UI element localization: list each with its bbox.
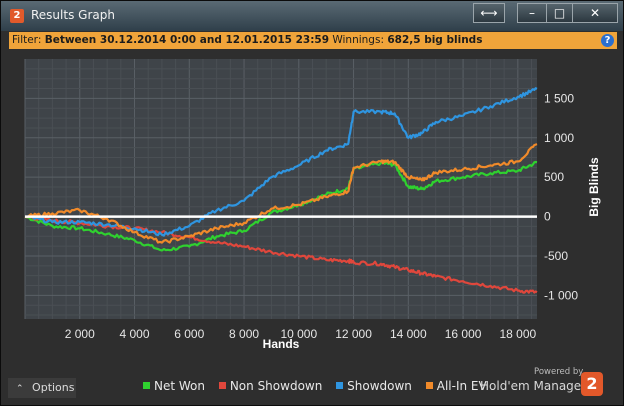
- minimize-icon: –: [529, 6, 535, 20]
- legend-item[interactable]: All-In EV: [425, 379, 487, 393]
- legend-item[interactable]: Net Won: [143, 379, 205, 393]
- filter-label: Filter:: [12, 34, 42, 46]
- chevron-up-icon: ⌃: [16, 384, 24, 394]
- x-tick-labels: 2 000 4 000 6 000 8 000 10 000 12 000 14 000 16…: [65, 327, 537, 341]
- title-bar[interactable]: 2 Results Graph ⟷ – □ ✕: [1, 1, 623, 31]
- y-axis-label: Big Blinds: [587, 157, 601, 217]
- y-tick-label: 1 500: [544, 91, 574, 105]
- y-tick-label: 0: [544, 210, 551, 224]
- legend-swatch: [218, 382, 226, 389]
- legend-item[interactable]: Non Showdown: [218, 379, 323, 393]
- y-tick-label: -1 000: [544, 288, 578, 302]
- x-tick-label: 2 000: [65, 327, 95, 341]
- y-tick-label: 500: [544, 170, 564, 184]
- app-logo-icon: 2: [10, 9, 24, 23]
- legend-item[interactable]: Showdown: [336, 379, 412, 393]
- maximize-icon: □: [553, 6, 566, 20]
- x-tick-label: 12 000: [335, 327, 372, 341]
- options-label: Options: [32, 381, 75, 394]
- close-button[interactable]: ✕: [572, 3, 618, 23]
- legend-label: Non Showdown: [229, 379, 323, 393]
- x-tick-label: 14 000: [390, 327, 427, 341]
- results-graph-window: 2 Results Graph ⟷ – □ ✕ Filter: Between …: [0, 0, 624, 406]
- x-tick-label: 18 000: [499, 327, 536, 341]
- legend-label: Showdown: [347, 379, 412, 393]
- legend-label: Net Won: [154, 379, 205, 393]
- brand-logo-icon: 2: [581, 372, 603, 396]
- minimize-button[interactable]: –: [517, 3, 547, 23]
- powered-by-label: Powered by: [534, 367, 584, 377]
- legend-swatch: [425, 382, 433, 389]
- brand-name: Hold'em Manager: [480, 379, 587, 393]
- swap-icon-button[interactable]: ⟷: [473, 3, 505, 23]
- maximize-button[interactable]: □: [546, 3, 573, 23]
- help-icon[interactable]: ?: [601, 34, 614, 47]
- x-tick-label: 6 000: [174, 327, 204, 341]
- filter-bar: Filter: Between 30.12.2014 0:00 and 12.0…: [9, 32, 617, 49]
- x-tick-label: 16 000: [445, 327, 482, 341]
- legend: Net Won Non Showdown Showdown All-In EV: [143, 379, 497, 395]
- swap-icon: ⟷: [480, 6, 498, 20]
- results-chart: 2 000 4 000 6 000 8 000 10 000 12 000 14 000 16…: [1, 49, 623, 371]
- y-tick-label: -500: [544, 249, 568, 263]
- options-button[interactable]: ⌃ Options: [8, 378, 76, 398]
- legend-swatch: [143, 382, 150, 389]
- window-title: Results Graph: [31, 8, 115, 22]
- y-tick-label: 1 000: [544, 131, 574, 145]
- winnings-value: 682,5 big blinds: [387, 34, 483, 46]
- close-icon: ✕: [589, 6, 601, 20]
- x-tick-label: 8 000: [229, 327, 259, 341]
- filter-range: Between 30.12.2014 0:00 and 12.01.2015 2…: [44, 34, 330, 46]
- winnings-label: Winnings:: [332, 34, 384, 46]
- legend-swatch: [336, 382, 344, 389]
- x-tick-label: 4 000: [120, 327, 150, 341]
- x-axis-label: Hands: [263, 337, 300, 351]
